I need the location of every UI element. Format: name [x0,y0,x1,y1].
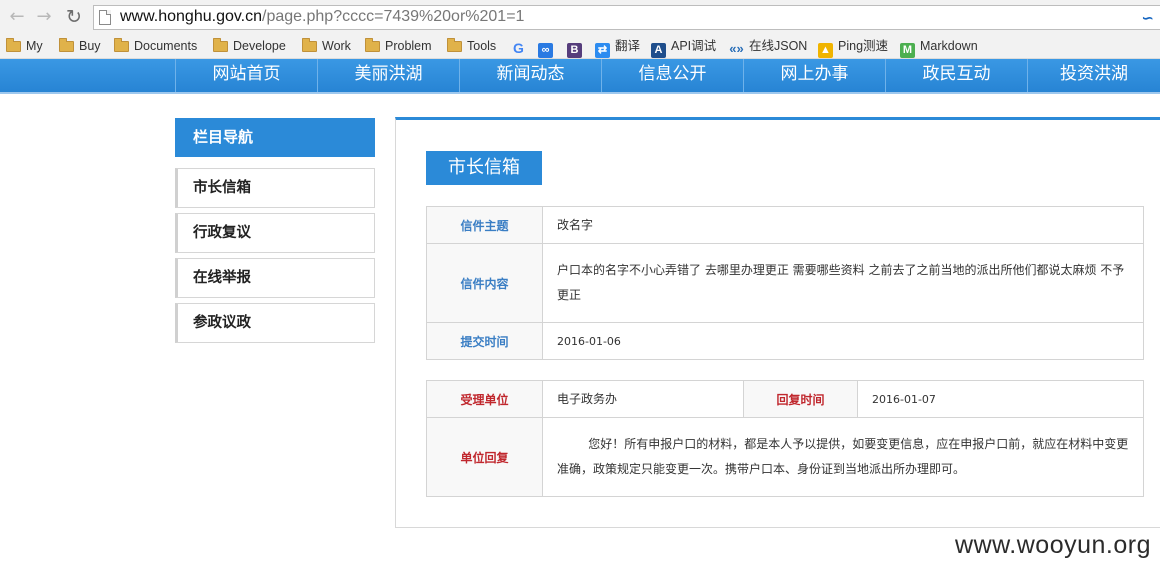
bookmark-ping[interactable]: ▲ Ping测速 [818,37,888,58]
api-icon: A [651,43,666,58]
folder-icon [302,38,317,52]
url-text[interactable]: www.honghu.gov.cn/page.php?cccc=7439%20o… [120,8,524,26]
submit-time-value: 2016-01-06 [542,322,1144,360]
content-label: 信件内容 [426,243,543,323]
bookmark-google[interactable]: G [511,37,531,56]
sidebar-item-mayor-mailbox[interactable]: 市长信箱 [175,168,375,208]
ping-icon: ▲ [818,43,833,58]
nav-info-public[interactable]: 信息公开 [601,59,743,92]
baidu-icon: ∞ [538,43,553,58]
page-icon [99,10,111,25]
content-value: 户口本的名字不小心弄错了 去哪里办理更正 需要哪些资料 之前去了之前当地的派出所… [542,243,1144,323]
markdown-icon: M [900,43,915,58]
page-title: 市长信箱 [426,151,542,185]
folder-icon [213,38,228,52]
reply-text: 您好！所有申报户口的材料，都是本人予以提供，如要变更信息，应在申报户口前，就应在… [542,417,1144,497]
bookmark-documents[interactable]: Documents [114,37,197,55]
google-icon: G [513,40,524,56]
reply-time-label: 回复时间 [743,380,858,418]
bookmark-work[interactable]: Work [302,37,351,55]
bookmark-api[interactable]: A API调试 [651,37,716,58]
nav-online-service[interactable]: 网上办事 [743,59,885,92]
bookmark-markdown[interactable]: M Markdown [900,37,978,58]
bookmarks-bar: My Buy Documents Develope Work Problem T… [0,34,1160,58]
folder-icon [6,38,21,52]
nav-investment[interactable]: 投资洪湖 [1027,59,1160,92]
reply-table: 受理单位 电子政务办 回复时间 2016-01-07 单位回复 您好！所有申报户… [426,380,1144,497]
bookmark-bootstrap[interactable]: B [567,37,587,58]
folder-icon [365,38,380,52]
url-path: /page.php?cccc=7439%20or%201=1 [262,8,525,25]
back-arrow-icon[interactable]: ← [6,6,28,28]
table-row: 信件内容 户口本的名字不小心弄错了 去哪里办理更正 需要哪些资料 之前去了之前当… [426,243,1144,323]
dept-value: 电子政务办 [542,380,744,418]
bookmark-baidu[interactable]: ∞ [538,37,558,58]
browser-toolbar: ← → ↻ www.honghu.gov.cn/page.php?cccc=74… [0,0,1160,59]
bookmark-buy[interactable]: Buy [59,37,101,55]
watermark: www.wooyun.org [955,531,1151,559]
dept-label: 受理单位 [426,380,543,418]
folder-icon [59,38,74,52]
bookmark-my[interactable]: My [6,37,43,55]
sidebar-title: 栏目导航 [175,118,375,157]
nav-home[interactable]: 网站首页 [175,59,317,92]
nav-interaction[interactable]: 政民互动 [885,59,1027,92]
address-bar[interactable]: www.honghu.gov.cn/page.php?cccc=7439%20o… [93,5,1160,30]
table-row: 信件主题 改名字 [426,206,1144,244]
folder-icon [447,38,462,52]
sidebar-item-politics[interactable]: 参政议政 [175,303,375,343]
subject-label: 信件主题 [426,206,543,244]
translate-icon: ⇄ [595,43,610,58]
bookmark-tools[interactable]: Tools [447,37,496,55]
page: ← → ↻ www.honghu.gov.cn/page.php?cccc=74… [0,0,1160,574]
forward-arrow-icon[interactable]: → [33,6,55,28]
reply-time-value: 2016-01-07 [857,380,1144,418]
json-icon: «» [729,41,744,56]
bookmark-translate[interactable]: ⇄ 翻译 [595,37,640,58]
subject-value: 改名字 [542,206,1144,244]
table-row: 提交时间 2016-01-06 [426,322,1144,360]
nav-news[interactable]: 新闻动态 [459,59,601,92]
letter-table: 信件主题 改名字 信件内容 户口本的名字不小心弄错了 去哪里办理更正 需要哪些资… [426,206,1144,360]
nav-beautiful-honghu[interactable]: 美丽洪湖 [317,59,459,92]
bootstrap-icon: B [567,43,582,58]
url-host: www.honghu.gov.cn [120,8,263,25]
bookmark-json[interactable]: «» 在线JSON [729,37,807,56]
table-row: 单位回复 您好！所有申报户口的材料，都是本人予以提供，如要变更信息，应在申报户口… [426,417,1144,497]
bookmark-develope[interactable]: Develope [213,37,286,55]
sidebar-item-online-report[interactable]: 在线举报 [175,258,375,298]
bookmark-problem[interactable]: Problem [365,37,432,55]
site-nav: 网站首页 美丽洪湖 新闻动态 信息公开 网上办事 政民互动 投资洪湖 [0,59,1160,94]
reply-label: 单位回复 [426,417,543,497]
reload-icon[interactable]: ↻ [63,6,85,28]
extension-icon[interactable]: ∽ [1141,9,1154,27]
submit-time-label: 提交时间 [426,322,543,360]
sidebar-item-admin-review[interactable]: 行政复议 [175,213,375,253]
table-row: 受理单位 电子政务办 回复时间 2016-01-07 [426,380,1144,418]
folder-icon [114,38,129,52]
